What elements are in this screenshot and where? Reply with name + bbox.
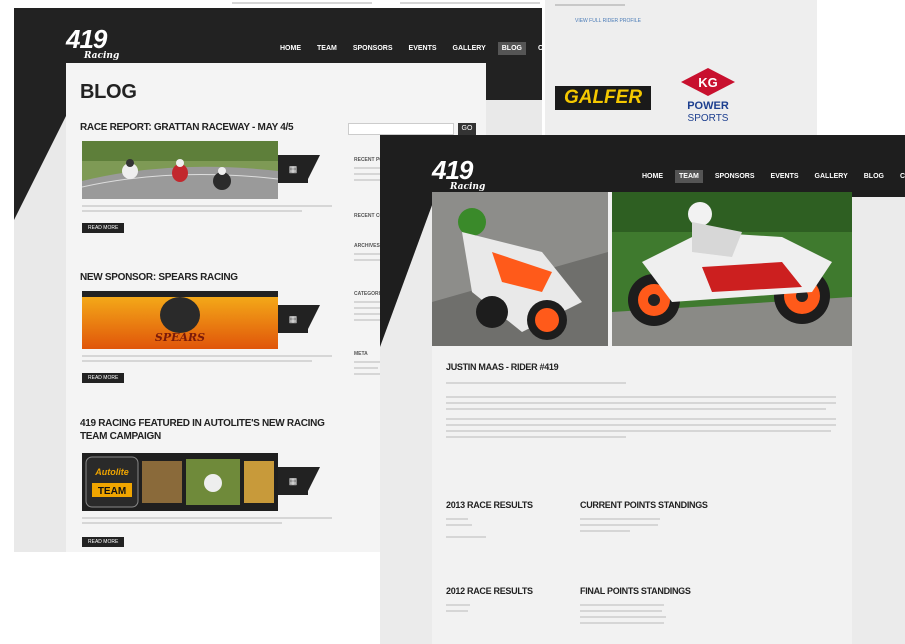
team-page-screenshot: 419 Racing HOME TEAM SPONSORS EVENTS GAL… bbox=[380, 135, 905, 644]
section-title: 2012 RACE RESULTS bbox=[446, 586, 533, 596]
bio-line bbox=[446, 402, 836, 404]
standing-line bbox=[580, 518, 660, 520]
sidebar-line bbox=[354, 361, 382, 363]
text-line bbox=[555, 4, 625, 6]
nav-blog[interactable]: BLOG bbox=[497, 42, 526, 55]
main-nav: HOME TEAM SPONSORS EVENTS GALLERY BLOG C… bbox=[276, 42, 542, 55]
header-diagonal bbox=[14, 100, 74, 220]
svg-text:POWER: POWER bbox=[687, 100, 729, 112]
bio-line bbox=[446, 382, 626, 384]
nav-sponsors[interactable]: SPONSORS bbox=[711, 170, 759, 183]
tag-arrow bbox=[306, 467, 320, 495]
nav-events[interactable]: EVENTS bbox=[767, 170, 803, 183]
post-title[interactable]: RACE REPORT: GRATTAN RACEWAY - MAY 4/5 bbox=[80, 121, 350, 134]
section-title: FINAL POINTS STANDINGS bbox=[580, 586, 691, 596]
nav-home[interactable]: HOME bbox=[276, 42, 305, 55]
nav-team[interactable]: TEAM bbox=[313, 42, 341, 55]
excerpt-line bbox=[82, 517, 332, 519]
calendar-icon: ▦ bbox=[278, 305, 308, 333]
page-title: BLOG bbox=[80, 81, 137, 103]
nav-home[interactable]: HOME bbox=[638, 170, 667, 183]
result-line bbox=[446, 518, 468, 520]
nav-contact[interactable]: CONTACT bbox=[896, 170, 905, 183]
nav-contact[interactable]: CONTACT bbox=[534, 42, 542, 55]
svg-text:TEAM: TEAM bbox=[98, 486, 126, 497]
standing-line bbox=[580, 604, 664, 606]
standing-line bbox=[580, 524, 658, 526]
main-nav: HOME TEAM SPONSORS EVENTS GALLERY BLOG C… bbox=[638, 170, 905, 183]
section-title: CURRENT POINTS STANDINGS bbox=[580, 500, 708, 510]
header-diagonal bbox=[380, 197, 435, 347]
post-title[interactable]: NEW SPONSOR: SPEARS RACING bbox=[80, 271, 350, 284]
read-more-button[interactable]: READ MORE bbox=[82, 223, 125, 233]
excerpt-line bbox=[82, 522, 282, 524]
excerpt-line bbox=[82, 360, 312, 362]
nav-gallery[interactable]: GALLERY bbox=[811, 170, 852, 183]
bio-line bbox=[446, 396, 836, 398]
spears-banner-text: SPEARS bbox=[155, 331, 205, 344]
top-text-strip bbox=[400, 0, 540, 6]
svg-text:KG: KG bbox=[698, 75, 718, 90]
result-line bbox=[446, 536, 486, 538]
nav-sponsors[interactable]: SPONSORS bbox=[349, 42, 397, 55]
419-racing-logo[interactable]: 419 Racing bbox=[432, 155, 485, 192]
calendar-icon: ▦ bbox=[278, 155, 308, 183]
419-racing-logo[interactable]: 419 Racing bbox=[66, 24, 119, 61]
standing-line bbox=[580, 610, 662, 612]
excerpt-line bbox=[82, 210, 302, 212]
galfer-logo[interactable]: GALFER bbox=[555, 86, 651, 110]
rider-photo-2 bbox=[612, 192, 852, 346]
result-line bbox=[446, 610, 468, 612]
rider-heading: JUSTIN MAAS - RIDER #419 bbox=[446, 362, 559, 372]
read-more-button[interactable]: READ MORE bbox=[82, 373, 125, 383]
nav-blog[interactable]: BLOG bbox=[860, 170, 888, 183]
svg-text:Autolite: Autolite bbox=[94, 467, 129, 477]
post-image-autolite[interactable]: Autolite TEAM bbox=[82, 453, 278, 511]
standing-line bbox=[580, 622, 664, 624]
team-content: JUSTIN MAAS - RIDER #419 2013 RACE RESUL… bbox=[432, 192, 852, 644]
bio-line bbox=[446, 408, 826, 410]
bio-line bbox=[446, 418, 836, 420]
section-title: 2013 RACE RESULTS bbox=[446, 500, 533, 510]
excerpt-line bbox=[82, 355, 332, 357]
post-image-spears[interactable]: SPEARS bbox=[82, 291, 278, 349]
svg-text:SPORTS: SPORTS bbox=[688, 113, 729, 124]
sidebar-line bbox=[354, 367, 378, 369]
standing-line bbox=[580, 616, 666, 618]
top-text-strip bbox=[232, 0, 372, 6]
standing-line bbox=[580, 530, 630, 532]
tag-arrow bbox=[306, 305, 320, 333]
sidebar-heading: META bbox=[354, 351, 368, 357]
read-more-button[interactable]: READ MORE bbox=[82, 537, 125, 547]
sidebar-heading: ARCHIVES bbox=[354, 243, 380, 249]
result-line bbox=[446, 604, 470, 606]
search-button[interactable]: GO bbox=[458, 123, 476, 135]
nav-gallery[interactable]: GALLERY bbox=[449, 42, 490, 55]
bio-line bbox=[446, 424, 836, 426]
tag-arrow bbox=[306, 155, 320, 183]
excerpt-line bbox=[82, 205, 332, 207]
post-title[interactable]: 419 RACING FEATURED IN AUTOLITE'S NEW RA… bbox=[80, 417, 350, 443]
nav-events[interactable]: EVENTS bbox=[405, 42, 441, 55]
bio-line bbox=[446, 436, 626, 438]
view-rider-profile-link[interactable]: VIEW FULL RIDER PROFILE bbox=[575, 18, 641, 24]
result-line bbox=[446, 524, 472, 526]
post-image-race[interactable] bbox=[82, 141, 278, 199]
nav-team[interactable]: TEAM bbox=[675, 170, 703, 183]
kg-power-sports-logo[interactable]: KG POWER SPORTS bbox=[673, 66, 743, 124]
calendar-icon: ▦ bbox=[278, 467, 308, 495]
bio-line bbox=[446, 430, 831, 432]
sponsor-panel: VIEW FULL RIDER PROFILE GALFER KG POWER … bbox=[545, 0, 817, 140]
rider-photo-1 bbox=[432, 192, 608, 346]
search-input[interactable] bbox=[348, 123, 454, 135]
